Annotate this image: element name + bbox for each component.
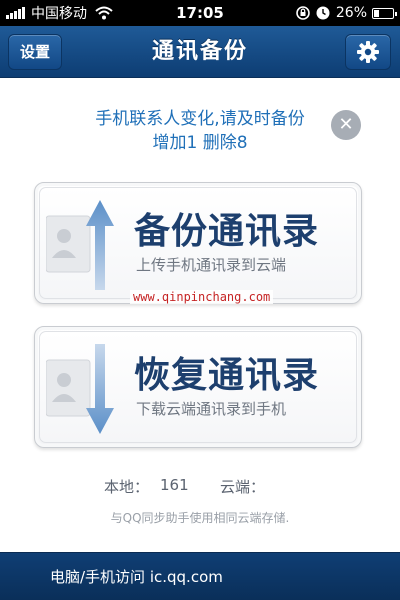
restore-contacts-button[interactable]: 恢复通讯录 下载云端通讯录到手机 bbox=[34, 326, 362, 448]
notice-counts: 增加1 删除8 bbox=[152, 133, 248, 153]
notice-message: 手机联系人变化,请及时备份 bbox=[95, 109, 305, 129]
upload-arrow-icon bbox=[86, 200, 114, 290]
clock-icon bbox=[316, 6, 330, 20]
status-right: 26% bbox=[296, 4, 397, 22]
status-bar: 中国移动 17:05 26% bbox=[0, 0, 400, 26]
gear-icon bbox=[357, 41, 379, 63]
restore-subtitle: 下载云端通讯录到手机 bbox=[136, 400, 287, 418]
rotation-lock-icon bbox=[296, 6, 310, 20]
settings-back-button[interactable]: 设置 bbox=[8, 34, 62, 70]
backup-title: 备份通讯录 bbox=[134, 211, 320, 252]
close-icon: ✕ bbox=[338, 114, 354, 135]
sync-note: 与QQ同步助手使用相同云端存储. bbox=[110, 511, 290, 525]
battery-fill bbox=[374, 9, 379, 17]
battery-percent: 26% bbox=[335, 5, 367, 21]
backup-contacts-button[interactable]: 备份通讯录 上传手机通讯录到云端 bbox=[34, 182, 362, 304]
footer-bar[interactable]: 电脑/手机访问 ic.qq.com bbox=[0, 552, 400, 600]
backup-subtitle: 上传手机通讯录到云端 bbox=[136, 256, 287, 274]
backup-card-inner: 备份通讯录 上传手机通讯录到云端 bbox=[39, 187, 357, 299]
restore-card-inner: 恢复通讯录 下载云端通讯录到手机 bbox=[39, 331, 357, 443]
nav-bar: 通讯备份 设置 bbox=[0, 26, 400, 78]
download-arrow-icon bbox=[86, 344, 114, 434]
local-count-value: 161 bbox=[160, 476, 189, 494]
contact-stats: 本地： 161 云端： bbox=[0, 474, 400, 498]
footer-link-text[interactable]: 电脑/手机访问 ic.qq.com bbox=[50, 553, 223, 600]
watermark: www.qinpinchang.com bbox=[130, 290, 274, 304]
local-count-label: 本地： bbox=[104, 478, 150, 496]
battery-icon bbox=[372, 7, 397, 19]
settings-button[interactable] bbox=[345, 34, 391, 70]
restore-title: 恢复通讯录 bbox=[134, 355, 320, 396]
change-notice: 手机联系人变化,请及时备份 增加1 删除8 ✕ bbox=[0, 98, 400, 158]
dismiss-notice-button[interactable]: ✕ bbox=[331, 110, 361, 140]
cloud-count-label: 云端： bbox=[220, 478, 266, 496]
